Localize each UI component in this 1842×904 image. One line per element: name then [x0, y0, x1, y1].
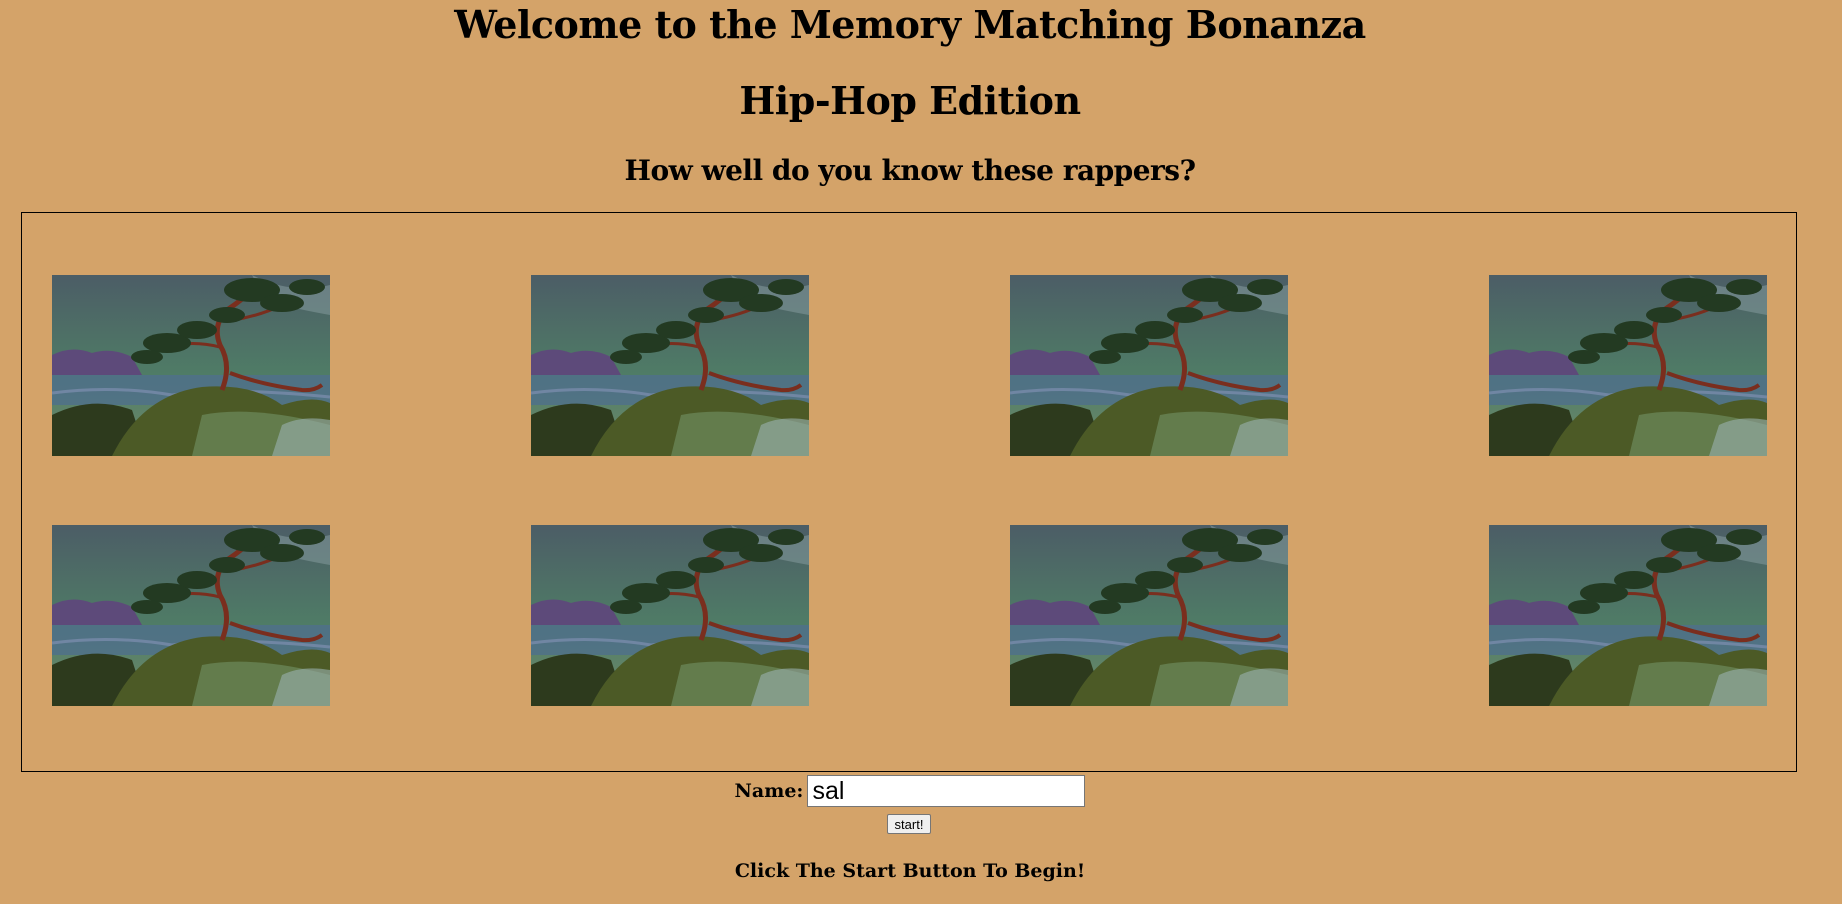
edition-subtitle: Hip-Hop Edition	[739, 78, 1081, 123]
tree-landscape-image	[531, 275, 809, 456]
name-input[interactable]	[807, 775, 1086, 807]
card-board	[21, 212, 1797, 772]
name-label: Name:	[734, 780, 804, 802]
memory-card[interactable]	[52, 525, 330, 706]
tree-landscape-image	[52, 275, 330, 456]
memory-card[interactable]	[531, 525, 809, 706]
tree-landscape-image	[531, 525, 809, 706]
tree-landscape-image	[1010, 525, 1288, 706]
page-title: Welcome to the Memory Matching Bonanza	[454, 2, 1366, 47]
game-prompt: How well do you know these rappers?	[624, 154, 1196, 187]
tree-landscape-image	[1489, 275, 1767, 456]
memory-card[interactable]	[1010, 525, 1288, 706]
memory-card[interactable]	[1489, 525, 1767, 706]
memory-card[interactable]	[531, 275, 809, 456]
tree-landscape-image	[1010, 275, 1288, 456]
name-form: Name:	[0, 775, 1820, 807]
memory-card[interactable]	[1010, 275, 1288, 456]
memory-card[interactable]	[1489, 275, 1767, 456]
tree-landscape-image	[52, 525, 330, 706]
start-button[interactable]: start!	[887, 814, 931, 834]
memory-card[interactable]	[52, 275, 330, 456]
status-message: Click The Start Button To Begin!	[734, 860, 1086, 882]
tree-landscape-image	[1489, 525, 1767, 706]
